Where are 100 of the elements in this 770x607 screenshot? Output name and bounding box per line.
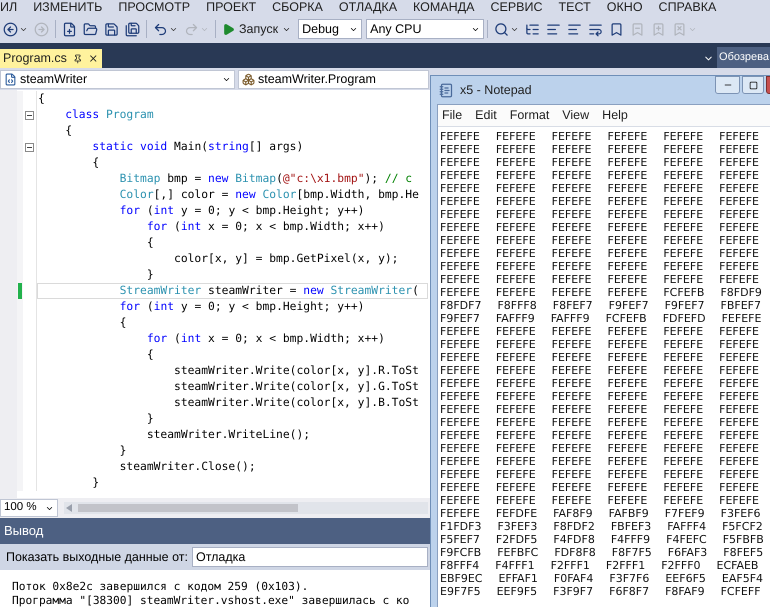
code-line: color[x, y] = bmp.GetPixel(x, y); [173,251,400,267]
text-line: FEFEFE FEFDFE FAF8F9 FAFBF9 F7FEF9 F3FEF6 [440,507,761,520]
menu-item[interactable]: ПРОЕКТ [206,0,256,15]
close-icon[interactable] [88,53,99,64]
text-line: FEFEFE FEFEFE FEFEFE FEFEFE FEFEFE FEFEFE [440,325,759,338]
code-line: steamWriter.Close(); [118,459,257,475]
maximize-button[interactable] [742,76,764,94]
text-line: EBF9EC EFFAF1 F0FAF4 F3F7F6 EEF6F5 EAF5F4 [440,572,764,585]
code-line: } [91,475,100,491]
menu-item[interactable]: File [442,106,462,125]
forward-icon [34,22,49,36]
search-icon [494,22,510,36]
menu-item[interactable]: ОКНО [606,0,643,15]
code-line: for (int x = 0; x < bmp.Width; x++) [146,219,386,235]
class-icon [242,72,255,86]
text-line: FEFEFE FEFEFE FEFEFE FEFEFE FCFEFB F8FDF9 [440,286,762,299]
bookmark-plus-icon [651,22,666,36]
side-panel-tab[interactable]: Обозрева [717,47,770,68]
text-line: FEFEFE FEFEFE FEFEFE FEFEFE FEFEFE FEFEFE [440,195,759,208]
lines-icon [567,22,582,36]
project-dropdown[interactable]: steamWriter [0,70,235,88]
maximize-icon [748,80,758,90]
text-line: F1FDF3 F3FEF3 F8FDF2 FBFEF3 FAFFF4 F5FCF2 [440,520,763,533]
wrap-text-icon [588,22,604,36]
text-line: FEFEFE FEFEFE FEFEFE FEFEFE FEFEFE FEFEFE [440,260,759,273]
type-dropdown[interactable]: steamWriter.Program [238,70,429,88]
start-button[interactable]: Запуск [219,18,294,40]
platform-dropdown[interactable]: Any CPU [366,19,484,39]
menu-item[interactable]: СЕРВИС [490,0,543,15]
menu-item[interactable]: СБОРКА [272,0,323,15]
code-line: steamWriter.Write(color[x, y].R.ToSt [173,363,420,379]
code-line: { [118,315,128,331]
text-line: FEFEFE FEFEFE FEFEFE FEFEFE FEFEFE FEFEFE [440,130,759,143]
notepad-icon [439,82,454,98]
save-all-icon [125,22,140,36]
text-line: FEFEFE FEFEFE FEFEFE FEFEFE FEFEFE FEFEFE [440,455,759,468]
code-line: for (int y = 0; y < bmp.Height; y++) [118,299,366,315]
play-icon [222,22,235,36]
code-line: { [64,123,74,139]
menu-item[interactable]: КОМАНДА [413,0,474,15]
output-source-dropdown[interactable]: Отладка [192,547,428,567]
code-line: for (int y = 0; y < bmp.Height; y++) [118,203,366,219]
code-line: Bitmap bmp = new Bitmap(@"c:\x1.bmp"); // c [118,171,414,187]
code-line: { [91,155,100,171]
code-line: for (int x = 0; x < bmp.Width; x++) [146,331,386,347]
undo-icon [153,22,168,36]
bookmark-minus-icon [630,22,646,36]
zoom-dropdown[interactable]: 100 % [0,499,58,517]
menu-item[interactable]: ТЕСТ [558,0,591,15]
text-line: FEFEFE FEFEFE FEFEFE FEFEFE FEFEFE FEFEFE [440,351,759,364]
text-line: F9FCFB FEFBFC FDF8F8 F8F7F5 F6FAF3 F8FEF5 [440,546,764,559]
code-line: { [146,235,155,251]
text-line: FEFEFE FEFEFE FEFEFE FEFEFE FEFEFE FEFEFE [440,364,759,377]
menu-item[interactable]: ОТЛАДКА [338,0,398,15]
document-tab[interactable]: Program.cs [0,49,102,68]
text-line: FEFEFE FEFEFE FEFEFE FEFEFE FEFEFE FEFEFE [440,442,759,455]
menu-item[interactable]: СПРАВКА [658,0,716,15]
new-file-icon [62,22,77,36]
save-icon [104,22,119,36]
text-line: FEFEFE FEFEFE FEFEFE FEFEFE FEFEFE FEFEFE [440,156,759,169]
menu-item[interactable]: ИЗМЕНИТЬ [33,0,102,15]
code-line: Color[,] color = new Color[bmp.Width, bmp.He [118,187,420,203]
code-line: } [118,443,128,459]
collapse-icon[interactable] [25,142,34,152]
code-line: } [146,411,155,427]
horizontal-scrollbar[interactable] [64,502,428,514]
menu-item[interactable]: ПРОСМОТР [118,0,190,15]
back-icon [3,22,18,36]
menu-item[interactable]: ИЛ [0,0,18,15]
text-line: FEFEFE FEFEFE FEFEFE FEFEFE FEFEFE FEFEFE [440,169,759,182]
collapse-icon[interactable] [25,110,34,120]
text-line: FEFEFE FEFEFE FEFEFE FEFEFE FEFEFE FEFEFE [440,429,759,442]
tab-label: Program.cs [3,50,67,68]
code-line: class Program [64,107,155,123]
output-line: Поток 0x8e2c завершился с кодом 259 (0x103). [12,580,308,594]
menu-item[interactable]: Edit [475,106,497,125]
code-line: { [37,91,46,107]
text-line: FEFEFE FEFEFE FEFEFE FEFEFE FEFEFE FEFEFE [440,416,759,429]
text-line: FEFEFE FEFEFE FEFEFE FEFEFE FEFEFE FEFEFE [440,494,759,507]
pin-icon[interactable] [72,54,82,64]
text-line: F8FFF4 F4FFF1 F2FFF1 F2FFF1 F2FFF0 ECFAEB [440,559,758,572]
menu-item[interactable]: Format [510,106,550,125]
output-line: Программа "[38300] steamWriter.vshost.exe" завершилась с ко [12,594,410,607]
text-line: FEFEFE FEFEFE FEFEFE FEFEFE FEFEFE FEFEFE [440,221,759,234]
text-line: FEFEFE FEFEFE FEFEFE FEFEFE FEFEFE FEFEFE [440,208,759,221]
menu-item[interactable]: View [562,106,590,125]
text-line: FEFEFE FEFEFE FEFEFE FEFEFE FEFEFE FEFEFE [440,468,759,481]
text-line: FEFEFE FEFEFE FEFEFE FEFEFE FEFEFE FEFEFE [440,143,759,156]
text-line: E9F7F5 EEF9F5 F3F9F7 F6F8F7 F8FAF9 FCFEFF [440,585,761,598]
text-line: FEFEFE FEFEFE FEFEFE FEFEFE FEFEFE FEFEFE [440,234,759,247]
configuration-dropdown[interactable]: Debug [298,19,362,39]
code-line: static void Main(string[] args) [91,139,304,155]
tree-list-icon [525,22,540,36]
text-line: FEFEFE FEFEFE FEFEFE FEFEFE FEFEFE FEFEFE [440,338,759,351]
text-line: F5FEF7 F2FDF5 F4FDF8 F4FFF9 F4FEFC F5FBFB [440,533,764,546]
text-line: FEFEFE FEFEFE FEFEFE FEFEFE FEFEFE FEFEFE [440,247,759,260]
menu-item[interactable]: Help [602,106,628,125]
text-line: FEFEFE FEFEFE FEFEFE FEFEFE FEFEFE FEFEFE [440,182,759,195]
text-line: FEFEFE FEFEFE FEFEFE FEFEFE FEFEFE FEFEFE [440,377,759,390]
output-source-label: Показать выходные данные от: [6,548,188,566]
